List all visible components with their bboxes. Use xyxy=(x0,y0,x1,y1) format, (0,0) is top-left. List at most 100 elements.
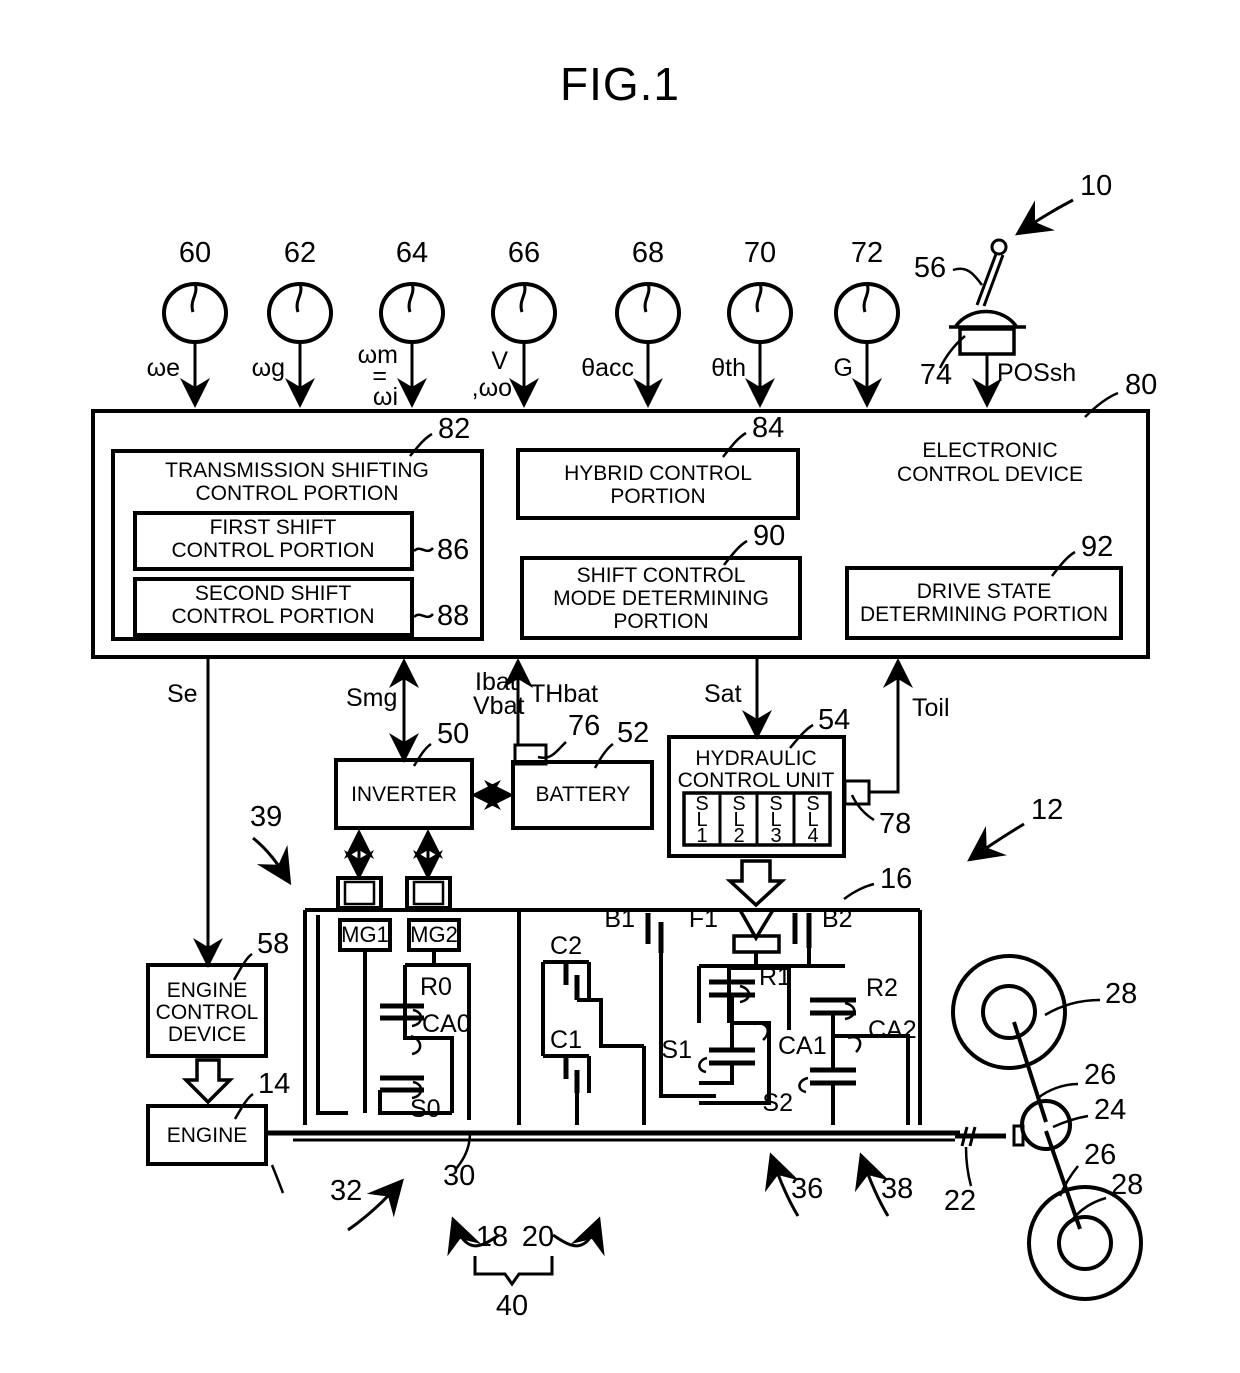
engine-ref: 14 xyxy=(258,1068,290,1100)
ecd-output-arrow xyxy=(181,1058,235,1105)
battery-sensor-ref: 76 xyxy=(568,710,600,742)
ref-10: 10 xyxy=(1080,170,1112,202)
block-82-line2: CONTROL PORTION xyxy=(195,482,398,505)
ref-34-leader xyxy=(270,1164,285,1194)
sensor-72-signal: G xyxy=(834,354,853,382)
sensor-70: 70 θth xyxy=(711,237,793,408)
shift-lever-assembly[interactable]: 56 74 POSsh xyxy=(914,238,1076,408)
label-s1: S1 xyxy=(661,1036,692,1064)
label-b2: B2 xyxy=(822,905,853,933)
engine-label: ENGINE xyxy=(167,1124,248,1147)
block-86-line1: FIRST SHIFT xyxy=(210,516,337,539)
valve-sl3-c3: 3 xyxy=(770,825,781,847)
inverter-ref: 50 xyxy=(437,718,469,750)
ref-32: 32 xyxy=(330,1175,362,1207)
block-90-line3: PORTION xyxy=(613,610,708,633)
shift-control-mode-determining-portion[interactable]: 90 SHIFT CONTROL MODE DETERMINING PORTIO… xyxy=(520,520,802,640)
label-ca1: CA1 xyxy=(778,1032,827,1060)
sensor-66: 66 V ,ωo xyxy=(472,237,557,408)
valve-sl4: S L 4 xyxy=(806,793,819,847)
ref-86: 86 xyxy=(437,534,469,566)
signal-toil-label: Toil xyxy=(912,694,950,722)
first-shift-control-portion[interactable]: FIRST SHIFT CONTROL PORTION 86 xyxy=(133,511,469,571)
sensor-70-signal: θth xyxy=(711,354,746,382)
signal-smg-label: Smg xyxy=(346,684,397,712)
battery-ref: 52 xyxy=(617,717,649,749)
ref-20: 20 xyxy=(522,1221,554,1253)
block-82-line1: TRANSMISSION SHIFTING xyxy=(165,459,429,482)
hcu-valves: S L 1 S L 2 S L 3 S L 4 xyxy=(682,791,832,847)
ref-84: 84 xyxy=(752,412,784,444)
ref-39: 39 xyxy=(250,801,282,833)
ecu-title-line1: ELECTRONIC xyxy=(922,439,1057,462)
sensor-68: 68 θacc xyxy=(581,237,681,408)
block-92-line1: DRIVE STATE xyxy=(917,580,1052,603)
ref-18: 18 xyxy=(476,1221,508,1253)
ref-12: 12 xyxy=(1031,794,1063,826)
signal-se: Se xyxy=(167,657,223,968)
sensor-72: 72 G xyxy=(834,237,900,408)
driveline: 24 22 28 26 26 28 xyxy=(944,954,1143,1301)
label-b1: B1 xyxy=(604,905,635,933)
second-planetary: R1 CA1 S1 xyxy=(642,963,845,1125)
hcu-line2: CONTROL UNIT xyxy=(678,769,835,792)
label-f1: F1 xyxy=(689,905,718,933)
label-s0: S0 xyxy=(410,1095,441,1123)
ref-22: 22 xyxy=(944,1185,976,1217)
mg2-label: MG2 xyxy=(410,922,458,947)
block-84-line1: HYBRID CONTROL xyxy=(564,462,752,485)
label-r1: R1 xyxy=(759,963,791,991)
figure-title: FIG.1 xyxy=(560,58,680,110)
ecd-line1: ENGINE xyxy=(167,979,248,1002)
battery-block[interactable]: 76 52 BATTERY xyxy=(511,710,654,830)
block-90-line2: MODE DETERMINING xyxy=(553,587,769,610)
electronic-control-device[interactable]: 80 ELECTRONIC CONTROL DEVICE 82 TRANSMIS… xyxy=(91,369,1157,659)
label-r2: R2 xyxy=(866,974,898,1002)
inverter-label: INVERTER xyxy=(351,783,457,806)
valve-sl3: S L 3 xyxy=(769,793,782,847)
ecu-title-line2: CONTROL DEVICE xyxy=(897,463,1083,486)
signal-vbat-label: Vbat xyxy=(473,692,524,720)
block-92-line2: DETERMINING PORTION xyxy=(860,603,1108,626)
ref-38: 38 xyxy=(881,1173,913,1205)
valve-sl1: S L 1 xyxy=(695,793,708,847)
sensor-60-signal: ωe xyxy=(147,354,180,382)
ref-26-bottom: 26 xyxy=(1084,1139,1116,1171)
hydraulic-control-unit[interactable]: 54 HYDRAULIC CONTROL UNIT S L 1 S L 2 S … xyxy=(667,704,911,908)
sensor-66-signal: V xyxy=(491,347,508,375)
block-84-line2: PORTION xyxy=(610,485,705,508)
figure-canvas: FIG.1 10 60 ωe 62 ωg 64 ωm = ωi 66 V ,ωo… xyxy=(0,0,1240,1373)
engine-block[interactable]: 14 ENGINE xyxy=(146,1068,290,1166)
oil-temperature-sensor: 78 xyxy=(843,779,911,840)
ref-24: 24 xyxy=(1094,1094,1126,1126)
signal-smg: Smg xyxy=(346,658,419,763)
engine-control-device[interactable]: 58 ENGINE CONTROL DEVICE xyxy=(146,928,289,1058)
sensor-64-ref: 64 xyxy=(396,237,428,269)
signal-se-label: Se xyxy=(167,680,198,708)
sensor-68-signal: θacc xyxy=(581,354,634,382)
sensor-60: 60 ωe xyxy=(147,237,228,408)
transmission-shifting-control-portion[interactable]: 82 TRANSMISSION SHIFTING CONTROL PORTION… xyxy=(111,413,484,641)
ref-90: 90 xyxy=(753,520,785,552)
motor-generators: MG1 MG2 xyxy=(336,829,461,952)
ref-92: 92 xyxy=(1081,531,1113,563)
second-shift-control-portion[interactable]: SECOND SHIFT CONTROL PORTION 88 xyxy=(133,577,469,637)
label-ca2: CA2 xyxy=(868,1016,917,1044)
ref-40: 40 xyxy=(496,1290,528,1322)
drive-state-determining-portion[interactable]: 92 DRIVE STATE DETERMINING PORTION xyxy=(845,531,1123,640)
shift-lever-ref: 56 xyxy=(914,252,946,284)
shift-position-sensor-ref: 74 xyxy=(920,359,952,391)
valve-sl1-c3: 1 xyxy=(696,825,707,847)
hybrid-control-portion[interactable]: 84 HYBRID CONTROL PORTION xyxy=(516,412,800,520)
block-86-line2: CONTROL PORTION xyxy=(171,539,374,562)
label-s2: S2 xyxy=(762,1089,793,1117)
battery-label: BATTERY xyxy=(536,783,631,806)
sensor-72-ref: 72 xyxy=(851,237,883,269)
clutches-c1-c2: C2 C1 xyxy=(517,910,644,1125)
valve-sl4-c3: 4 xyxy=(807,825,818,847)
hcu-output-arrow xyxy=(725,859,787,908)
sensor-70-ref: 70 xyxy=(744,237,776,269)
sensor-60-ref: 60 xyxy=(179,237,211,269)
ref-39-leader xyxy=(252,836,292,886)
ref-28-bottom: 28 xyxy=(1111,1169,1143,1201)
